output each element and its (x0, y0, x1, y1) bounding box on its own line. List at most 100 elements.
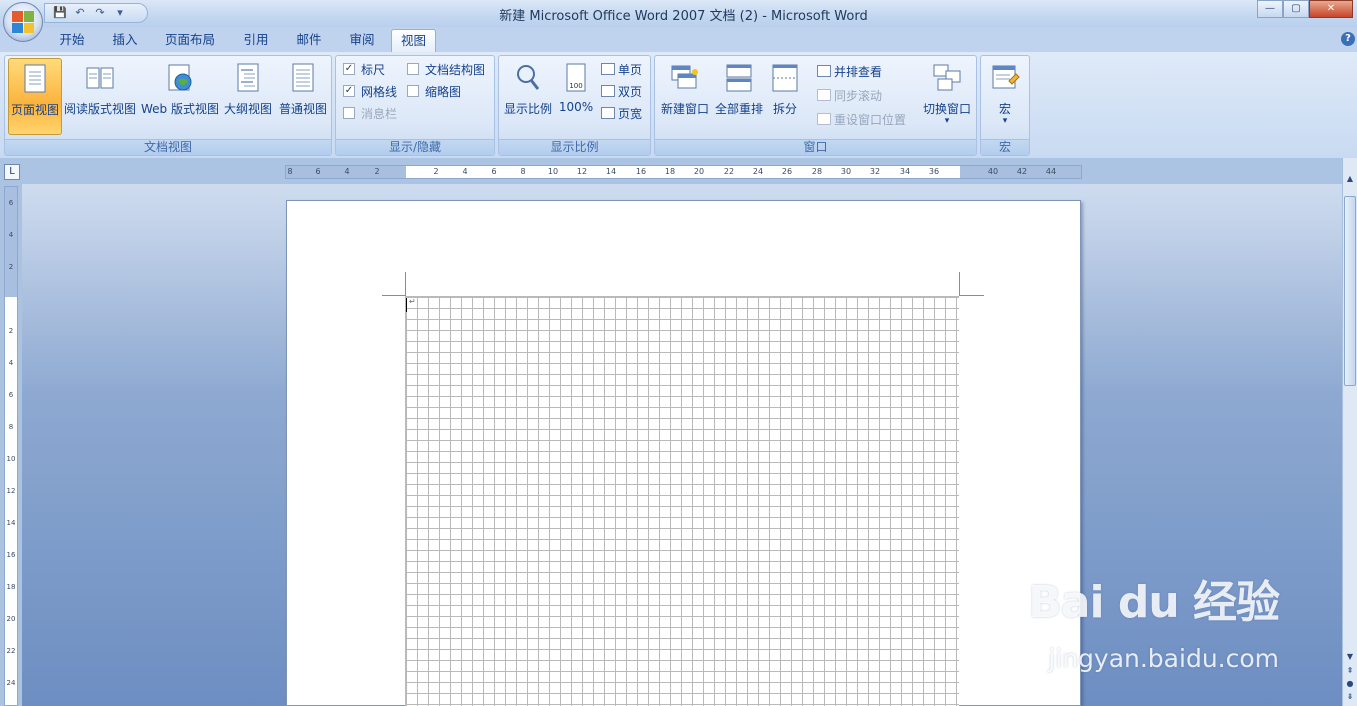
zoom-button[interactable]: 显示比例 (502, 58, 554, 135)
switch-windows-button[interactable]: 切换窗口 ▾ (920, 58, 974, 135)
document-map-box (407, 63, 419, 75)
tab-references[interactable]: 引用 (234, 29, 278, 52)
gridlines-label: 网格线 (361, 84, 398, 99)
group-zoom: 显示比例 100 100% 单页 双页 页宽 显示比例 (498, 55, 651, 156)
scroll-down-arrow-icon[interactable]: ▼ (1343, 650, 1357, 664)
tab-selector-button[interactable]: L (4, 164, 20, 180)
page-width-button[interactable]: 页宽 (601, 104, 642, 122)
baidu-watermark: Bai du 经验 jingyan.baidu.com (1028, 566, 1280, 673)
ruler-h-tick-label: 6 (315, 167, 321, 176)
tab-insert[interactable]: 插入 (103, 29, 147, 52)
thumbnails-checkbox[interactable]: 缩略图 (407, 82, 461, 100)
document-map-label: 文档结构图 (425, 62, 486, 77)
crop-mark-tl-v (405, 272, 406, 296)
draft-label: 普通视图 (278, 102, 327, 116)
message-bar-box (343, 107, 355, 119)
ruler-v-tick-label: 14 (6, 519, 16, 527)
reset-position-label: 重设窗口位置 (834, 112, 907, 127)
macros-label: 宏 (998, 102, 1011, 116)
document-map-checkbox[interactable]: 文档结构图 (407, 60, 485, 78)
office-button[interactable] (3, 2, 43, 42)
scroll-thumb[interactable] (1344, 196, 1356, 386)
arrange-all-icon (726, 64, 752, 92)
ruler-h-tick-label: 44 (1045, 167, 1057, 176)
gridlines-checkbox[interactable]: ✓ 网格线 (343, 82, 397, 100)
new-window-icon (671, 65, 698, 89)
tab-page-layout[interactable]: 页面布局 (158, 29, 222, 52)
save-icon[interactable]: 💾 (53, 6, 67, 20)
ruler-v-tick-label: 6 (8, 391, 14, 399)
new-window-label: 新建窗口 (660, 102, 709, 116)
tab-home[interactable]: 开始 (50, 29, 94, 52)
thumbnails-label: 缩略图 (425, 84, 462, 99)
vertical-ruler[interactable]: 6 4 2 2 4 6 8 10 12 14 16 18 20 22 24 (4, 186, 18, 706)
ruler-checkbox[interactable]: ✓ 标尺 (343, 60, 385, 78)
gridlines-area[interactable] (405, 296, 959, 706)
view-side-by-side-button[interactable]: 并排查看 (817, 62, 882, 80)
group-label-window: 窗口 (655, 139, 976, 155)
undo-icon[interactable]: ↶ (73, 6, 87, 20)
ruler-h-tick-label: 36 (928, 167, 940, 176)
reset-window-position-button: 重设窗口位置 (817, 110, 906, 128)
zoom-label: 显示比例 (503, 102, 552, 116)
magnifier-icon (517, 65, 540, 90)
browse-object-icon[interactable]: ● (1343, 677, 1357, 691)
macros-dropdown-icon: ▾ (1002, 116, 1008, 126)
page-width-icon (601, 107, 615, 119)
macros-icon (992, 65, 1020, 89)
zoom-100-label: 100% (558, 100, 594, 114)
watermark-url: jingyan.baidu.com (1048, 644, 1279, 673)
ruler-h-tick-label: 20 (693, 167, 705, 176)
ruler-v-tick-label: 16 (6, 551, 16, 559)
next-page-icon[interactable]: ⇟ (1343, 690, 1357, 704)
horizontal-ruler[interactable]: 8 6 4 2 2 4 6 8 10 12 14 16 18 20 22 24 26 28 30 32 34 36 40 42… (285, 165, 1082, 179)
ruler-v-tick-label: 8 (8, 423, 14, 431)
one-page-button[interactable]: 单页 (601, 60, 642, 78)
print-layout-button[interactable]: 页面视图 (8, 58, 62, 135)
tab-view[interactable]: 视图 (391, 29, 436, 52)
ruler-h-tick-label: 28 (811, 167, 823, 176)
vertical-scrollbar[interactable]: ▲ ▼ ⇞ ● ⇟ (1342, 158, 1357, 706)
ruler-h-tick-label: 12 (576, 167, 588, 176)
switch-windows-label: 切换窗口 (922, 102, 971, 116)
ruler-h-tick-label: 34 (899, 167, 911, 176)
one-page-label: 单页 (618, 62, 643, 77)
zoom-100-icon-text: 100 (569, 82, 582, 90)
full-screen-reading-button[interactable]: 阅读版式视图 (63, 58, 137, 135)
draft-button[interactable]: 普通视图 (276, 58, 330, 135)
help-icon[interactable]: ? (1341, 32, 1355, 46)
close-button[interactable]: ✕ (1309, 0, 1353, 18)
split-button[interactable]: 拆分 (768, 58, 802, 135)
reading-view-icon (86, 67, 114, 89)
macros-button[interactable]: 宏 ▾ (984, 58, 1026, 135)
crop-mark-tr-v (959, 272, 960, 296)
restore-button[interactable]: ▢ (1283, 0, 1309, 18)
ruler-h-tick-label: 8 (520, 167, 526, 176)
minimize-button[interactable]: — (1257, 0, 1283, 18)
crop-mark-tl-h (382, 295, 405, 296)
new-window-button[interactable]: 新建窗口 (658, 58, 712, 135)
redo-icon[interactable]: ↷ (93, 6, 107, 20)
customize-qat-icon[interactable]: ▾ (113, 6, 127, 20)
ruler-check-icon: ✓ (343, 63, 355, 75)
two-pages-button[interactable]: 双页 (601, 82, 642, 100)
tab-mailings[interactable]: 邮件 (287, 29, 331, 52)
ribbon: 页面视图 阅读版式视图 Web 版式视图 大纲视图 普通视图 文档视图 ✓ 标尺… (0, 52, 1357, 158)
two-pages-icon (601, 85, 615, 97)
web-layout-button[interactable]: Web 版式视图 (139, 58, 221, 135)
web-layout-icon (168, 64, 192, 91)
scroll-up-arrow-icon[interactable]: ▲ (1343, 172, 1357, 186)
outline-button[interactable]: 大纲视图 (222, 58, 274, 135)
ruler-h-tick-label: 16 (635, 167, 647, 176)
zoom-100-button[interactable]: 100 100% (556, 58, 596, 135)
tab-review[interactable]: 审阅 (340, 29, 384, 52)
split-icon (772, 64, 798, 92)
outline-label: 大纲视图 (223, 102, 272, 116)
prev-page-icon[interactable]: ⇞ (1343, 664, 1357, 678)
ruler-h-tick-label: 22 (723, 167, 735, 176)
group-label-macros: 宏 (981, 139, 1029, 155)
one-page-icon (601, 63, 615, 75)
group-document-views: 页面视图 阅读版式视图 Web 版式视图 大纲视图 普通视图 文档视图 (4, 55, 332, 156)
arrange-all-button[interactable]: 全部重排 (713, 58, 765, 135)
ruler-h-tick-label: 32 (869, 167, 881, 176)
